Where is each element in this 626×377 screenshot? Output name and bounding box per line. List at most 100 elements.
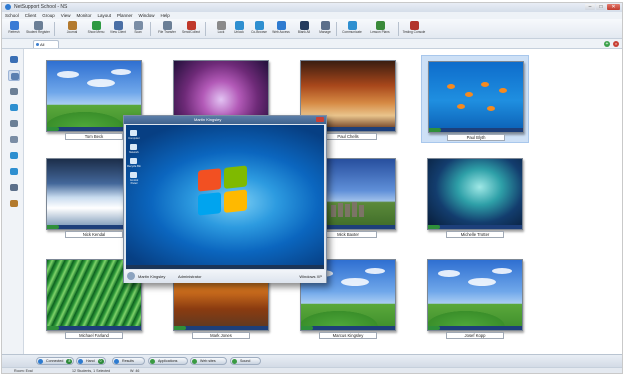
lock-icon [216, 21, 226, 30]
preview-start-button [429, 128, 441, 132]
desktop-icon-label: Computer [128, 137, 140, 140]
student-name-label: Paul Blyth [447, 134, 505, 141]
app-window: NetSupport School - NS – □ ✕ School Clie… [1, 2, 623, 374]
toolbar-button-label: File Transfer [158, 30, 176, 34]
wallpaper-fish [457, 104, 465, 109]
student-screen-preview[interactable] [427, 259, 523, 331]
web-access-button[interactable]: Web Access [271, 21, 291, 38]
sound-button[interactable]: Sound [230, 357, 262, 365]
preview-start-button [428, 225, 440, 229]
close-button[interactable]: ✕ [607, 4, 620, 10]
menu-planner[interactable]: Planner [117, 12, 133, 19]
sidebar-item-document[interactable] [8, 118, 20, 129]
recycle-bin-desktop-icon[interactable] [130, 158, 137, 164]
view-client-window[interactable]: Martin Kingsley Computer Network Recycle… [123, 115, 327, 283]
send-collect-button[interactable]: Send/Collect [181, 21, 201, 38]
minimize-button[interactable]: – [585, 4, 595, 10]
viewer-close-button[interactable] [316, 117, 324, 122]
desktop-icon-label: Network [129, 151, 139, 154]
sidebar-item-clipboard[interactable] [8, 134, 20, 145]
maximize-button[interactable]: □ [596, 4, 606, 10]
student-thumbnail[interactable]: Paul Blyth [421, 55, 529, 143]
menu-window[interactable]: Window [139, 12, 155, 19]
preview-start-button [428, 326, 440, 330]
websites-button[interactable]: Web sites [190, 357, 227, 365]
lesson-plans-button[interactable]: Lesson Plans [370, 21, 390, 38]
network-desktop-icon[interactable] [130, 144, 137, 150]
add-tab-icon[interactable]: + [604, 41, 610, 47]
menu-layout[interactable]: Layout [98, 12, 112, 19]
results-button[interactable]: Results [112, 357, 145, 365]
preview-start-button [47, 225, 59, 229]
file-transfer-button[interactable]: File Transfer [157, 21, 177, 38]
testing-console-button[interactable]: Testing Console [403, 21, 425, 38]
tab-all[interactable]: All [33, 40, 59, 48]
toolbar-separator [336, 22, 337, 36]
menu-view[interactable]: View [61, 12, 71, 19]
student-register-button[interactable]: Student Register [26, 21, 50, 38]
connected-button[interactable]: Connected 8 [36, 357, 75, 365]
student-thumbnail[interactable]: Michelle Trotter [421, 153, 529, 241]
wallpaper-stone [345, 204, 350, 217]
co-browse-button[interactable]: Co-Browse [249, 21, 269, 38]
sidebar-item-thumbnail-view[interactable] [8, 70, 20, 81]
menu-monitor[interactable]: Monitor [76, 12, 91, 19]
student-name-label: Mark Jones [192, 332, 250, 339]
bottom-button-label: Web sites [200, 359, 216, 363]
menu-group[interactable]: Group [42, 12, 55, 19]
journal-button[interactable]: Journal [62, 21, 82, 38]
wallpaper-fish [487, 106, 495, 111]
left-sidebar [2, 49, 24, 354]
control-panel-desktop-icon[interactable] [130, 172, 137, 178]
count-badge: 0 [97, 359, 104, 364]
co-browse-icon [254, 21, 264, 30]
journal-icon [67, 21, 77, 30]
menu-school[interactable]: School [5, 12, 19, 19]
show-menu-button[interactable]: Show Menu [86, 21, 106, 38]
menu-client[interactable]: Client [25, 12, 37, 19]
bottom-button-label: Hand [86, 359, 95, 363]
sidebar-item-user[interactable] [8, 86, 20, 97]
sidebar-item-clock[interactable] [8, 198, 20, 209]
sidebar-item-network[interactable] [8, 166, 20, 177]
wallpaper-fish [465, 92, 473, 97]
sidebar-item-printer[interactable] [8, 182, 20, 193]
wallpaper-cloud [57, 71, 79, 78]
applications-button[interactable]: Applications [148, 357, 189, 365]
remote-desktop-screen[interactable]: Computer Network Recycle Bin Control Pan… [126, 125, 324, 265]
communicate-button[interactable]: Communicate [342, 21, 362, 38]
manage-button[interactable]: Manage [315, 21, 335, 38]
hand-icon [78, 359, 83, 364]
close-tab-icon[interactable]: × [613, 41, 619, 47]
toolbar-button-label: Student Register [26, 30, 50, 34]
viewer-title-bar[interactable]: Martin Kingsley [124, 116, 326, 124]
student-screen-preview[interactable] [428, 61, 524, 133]
sidebar-item-group[interactable] [8, 54, 20, 65]
preview-start-button [47, 326, 59, 330]
toolbar-button-label: Refresh [8, 30, 20, 34]
sidebar-item-globe[interactable] [8, 102, 20, 113]
refresh-button[interactable]: Refresh [4, 21, 24, 38]
thumbnail-view-icon [11, 73, 19, 80]
wallpaper-cloud [438, 270, 460, 277]
blank-all-button[interactable]: Blank All [294, 21, 314, 38]
web-access-icon [276, 21, 286, 30]
computer-desktop-icon[interactable] [130, 130, 137, 136]
avatar [127, 272, 135, 280]
menu-help[interactable]: Help [161, 12, 170, 19]
bottom-button-label: Applications [158, 359, 178, 363]
websites-icon [192, 359, 197, 364]
student-name-label: Michael Farland [65, 332, 123, 339]
student-name-label: Josef Kopp [446, 332, 504, 339]
toolbar-button-label: Manage [319, 30, 331, 34]
sidebar-item-chat[interactable] [8, 150, 20, 161]
hand-button[interactable]: Hand 0 [76, 357, 106, 365]
toolbar-button-label: Communicate [342, 30, 362, 34]
student-thumbnail[interactable]: Josef Kopp [421, 254, 529, 342]
scan-icon [133, 21, 143, 30]
toolbar-separator [398, 22, 399, 36]
network-icon [10, 168, 18, 175]
send-collect-icon [186, 21, 196, 30]
scan-button[interactable]: Scan [128, 21, 148, 38]
student-screen-preview[interactable] [427, 158, 523, 230]
